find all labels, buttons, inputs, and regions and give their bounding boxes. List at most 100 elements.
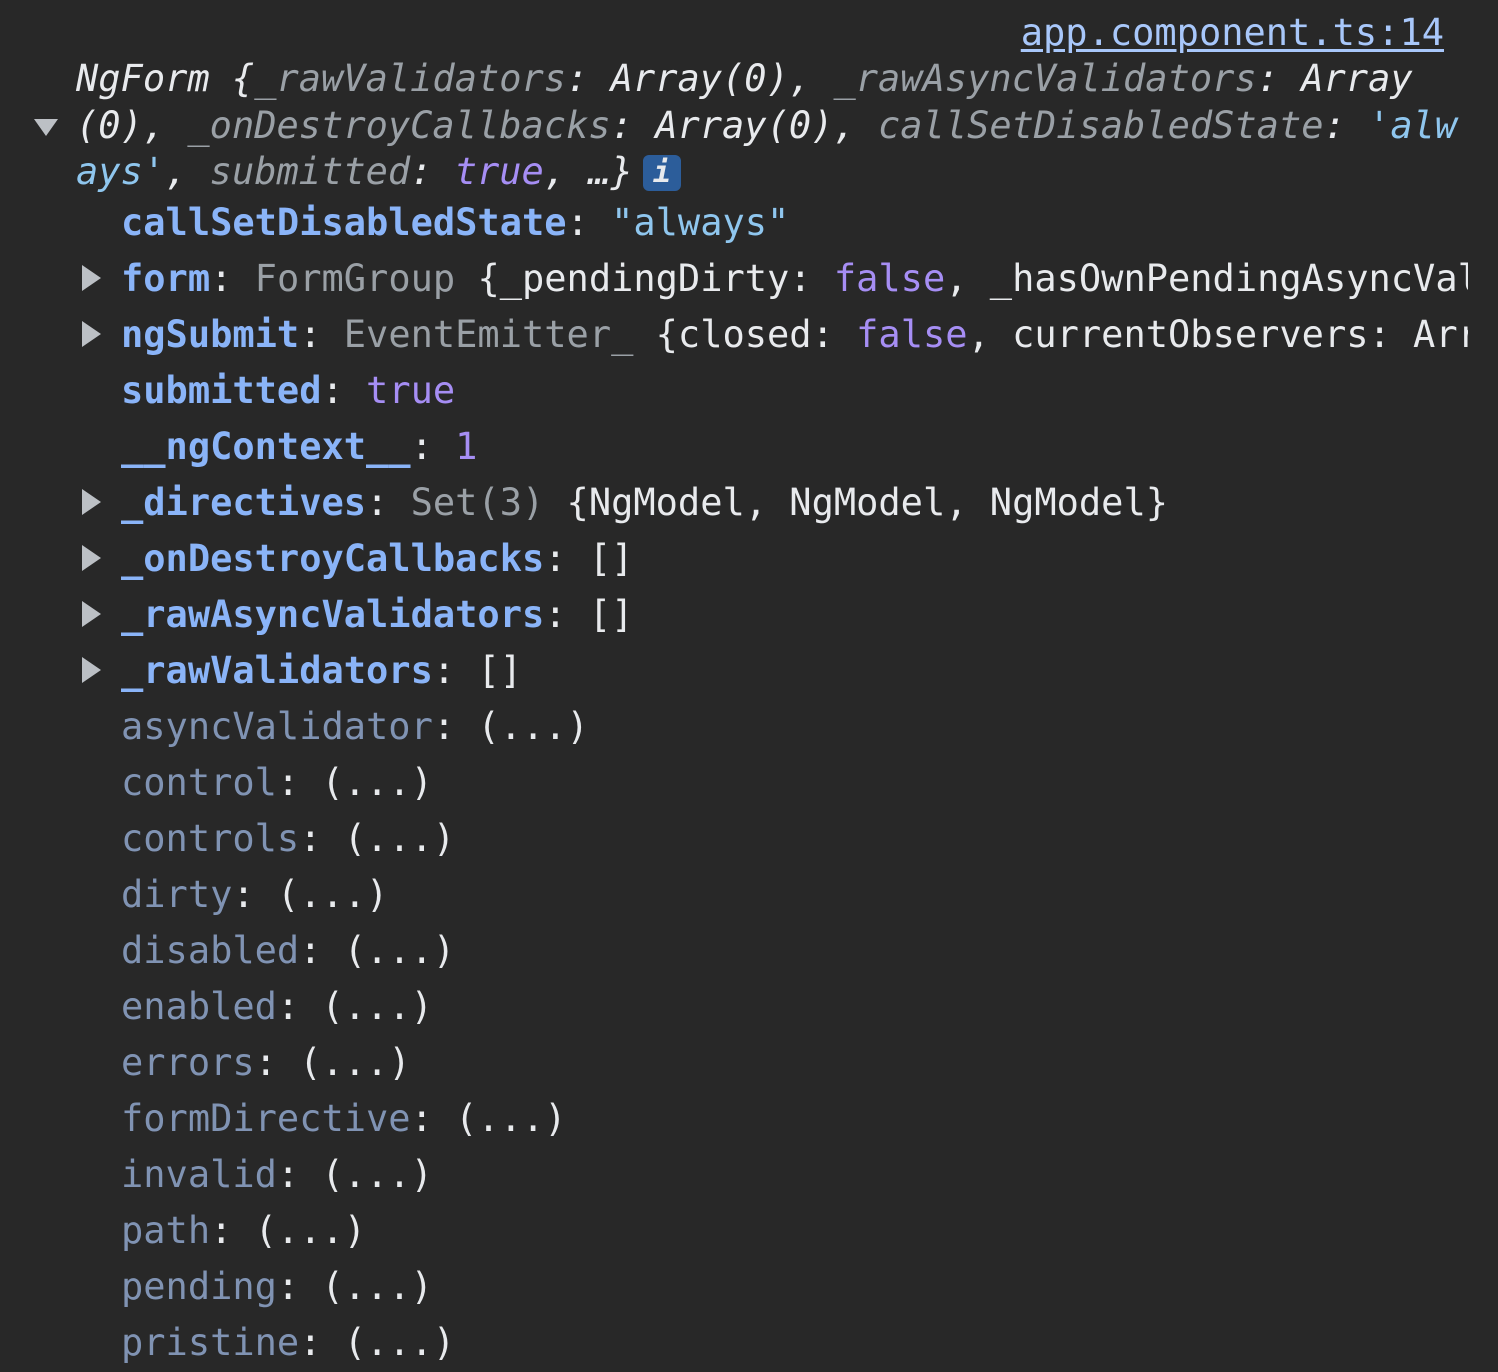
property-row[interactable]: errors: (...) <box>0 1035 1468 1091</box>
expand-caret-icon[interactable] <box>82 321 101 347</box>
property-value: [] <box>477 649 522 692</box>
lazy-getter-value[interactable]: (...) <box>322 761 433 804</box>
property-key: _onDestroyCallbacks <box>121 537 545 580</box>
property-key: asyncValidator <box>121 705 433 748</box>
expand-caret-icon[interactable] <box>82 545 101 571</box>
property-line: invalid: (...) <box>121 1147 433 1203</box>
property-row[interactable]: _directives: Set(3) {NgModel, NgModel, N… <box>0 475 1468 531</box>
property-value: 1 <box>455 425 478 468</box>
property-colon: : <box>544 593 589 636</box>
property-line: ngSubmit: EventEmitter_ {closed: false, … <box>121 307 1468 363</box>
property-colon: : <box>254 1041 300 1084</box>
console-log-entry: app.component.ts:14 NgForm {_rawValidato… <box>0 0 1498 1372</box>
expand-caret-icon[interactable] <box>82 601 101 627</box>
lazy-getter-value[interactable]: (...) <box>277 873 388 916</box>
property-row[interactable]: _onDestroyCallbacks: [] <box>0 531 1468 587</box>
property-colon: : <box>210 1209 255 1252</box>
lazy-getter-value[interactable]: (...) <box>477 705 588 748</box>
property-row[interactable]: pending: (...) <box>0 1259 1468 1315</box>
property-key: ngSubmit <box>121 313 300 356</box>
property-key: control <box>121 761 277 804</box>
property-line: form: FormGroup {_pendingDirty: false, _… <box>121 251 1468 307</box>
property-key: controls <box>121 817 300 860</box>
property-line: disabled: (...) <box>121 923 455 979</box>
preview-separator: , <box>543 150 589 193</box>
property-line: dirty: (...) <box>121 867 388 923</box>
preview-key: callSetDisabledState <box>877 103 1324 147</box>
property-value: {_pendingDirty: <box>477 257 834 300</box>
property-line: pending: (...) <box>121 1259 433 1315</box>
property-value: FormGroup <box>254 257 478 300</box>
lazy-getter-value[interactable]: (...) <box>322 985 433 1028</box>
property-row: __ngContext__: 1 <box>0 419 1468 475</box>
info-icon[interactable]: i <box>642 155 681 191</box>
lazy-getter-value[interactable]: (...) <box>255 1209 366 1252</box>
property-key: errors <box>121 1041 255 1084</box>
property-colon: : <box>210 257 255 300</box>
preview-value: true <box>454 150 544 193</box>
property-line: path: (...) <box>121 1203 366 1259</box>
property-row[interactable]: invalid: (...) <box>0 1147 1468 1203</box>
property-row[interactable]: enabled: (...) <box>0 979 1468 1035</box>
property-line: _rawValidators: [] <box>121 643 522 699</box>
property-row[interactable]: _rawAsyncValidators: [] <box>0 587 1468 643</box>
expand-caret-icon[interactable] <box>82 265 101 291</box>
property-key: enabled <box>121 985 277 1028</box>
lazy-getter-value[interactable]: (...) <box>322 1265 433 1308</box>
property-line: callSetDisabledState: "always" <box>121 195 789 251</box>
preview-key: _onDestroyCallbacks <box>187 103 611 147</box>
property-colon: : <box>276 761 322 804</box>
property-line: pristine: (...) <box>121 1315 455 1371</box>
property-row[interactable]: pristine: (...) <box>0 1315 1468 1371</box>
property-row[interactable]: form: FormGroup {_pendingDirty: false, _… <box>0 251 1468 307</box>
lazy-getter-value[interactable]: (...) <box>344 817 455 860</box>
property-line: formDirective: (...) <box>121 1091 567 1147</box>
preview-colon: : <box>1323 103 1369 147</box>
property-colon: : <box>276 985 322 1028</box>
property-key: formDirective <box>121 1097 411 1140</box>
property-value: [] <box>588 593 634 636</box>
property-row[interactable]: ngSubmit: EventEmitter_ {closed: false, … <box>0 307 1468 363</box>
property-line: control: (...) <box>121 755 433 811</box>
source-location-link[interactable]: app.component.ts:14 <box>1021 12 1444 54</box>
lazy-getter-value[interactable]: (...) <box>344 929 455 972</box>
preview-key: _rawAsyncValidators <box>833 57 1257 100</box>
property-line: _onDestroyCallbacks: [] <box>121 531 633 587</box>
expand-caret-icon[interactable] <box>82 489 101 515</box>
property-line: submitted: true <box>121 363 455 419</box>
preview-value: Array(0) <box>610 57 789 100</box>
property-row[interactable]: disabled: (...) <box>0 923 1468 979</box>
property-line: asyncValidator: (...) <box>121 699 589 755</box>
object-preview-header[interactable]: NgForm {_rawValidators: Array(0), _rawAs… <box>76 56 1468 196</box>
property-value: , currentObservers: Array <box>967 313 1468 356</box>
property-line: __ngContext__: 1 <box>121 419 477 475</box>
expand-caret-icon[interactable] <box>82 657 101 683</box>
property-colon: : <box>432 649 478 692</box>
property-row[interactable]: controls: (...) <box>0 811 1468 867</box>
preview-colon: : <box>610 103 656 147</box>
property-line: _directives: Set(3) {NgModel, NgModel, N… <box>121 475 1168 531</box>
lazy-getter-value[interactable]: (...) <box>299 1041 410 1084</box>
property-key: _rawValidators <box>121 649 433 692</box>
preview-separator: , <box>788 57 834 100</box>
property-row[interactable]: _rawValidators: [] <box>0 643 1468 699</box>
property-value: false <box>856 313 968 356</box>
property-row[interactable]: dirty: (...) <box>0 867 1468 923</box>
preview-colon: : <box>410 150 455 193</box>
preview-prefix: NgForm { <box>76 57 255 100</box>
property-row[interactable]: formDirective: (...) <box>0 1091 1468 1147</box>
property-row[interactable]: control: (...) <box>0 755 1468 811</box>
property-colon: : <box>544 537 589 580</box>
preview-items: _rawValidators: Array(0), _rawAsyncValid… <box>76 57 1457 193</box>
lazy-getter-value[interactable]: (...) <box>455 1097 566 1140</box>
property-row[interactable]: asyncValidator: (...) <box>0 699 1468 755</box>
lazy-getter-value[interactable]: (...) <box>322 1153 433 1196</box>
property-colon: : <box>232 873 277 916</box>
property-value: , _hasOwnPendingAsyncValidator <box>945 257 1468 300</box>
property-row[interactable]: path: (...) <box>0 1203 1468 1259</box>
property-colon: : <box>410 1097 456 1140</box>
collapse-caret-icon[interactable] <box>34 119 58 136</box>
lazy-getter-value[interactable]: (...) <box>344 1321 455 1364</box>
property-colon: : <box>299 929 344 972</box>
property-line: enabled: (...) <box>121 979 433 1035</box>
